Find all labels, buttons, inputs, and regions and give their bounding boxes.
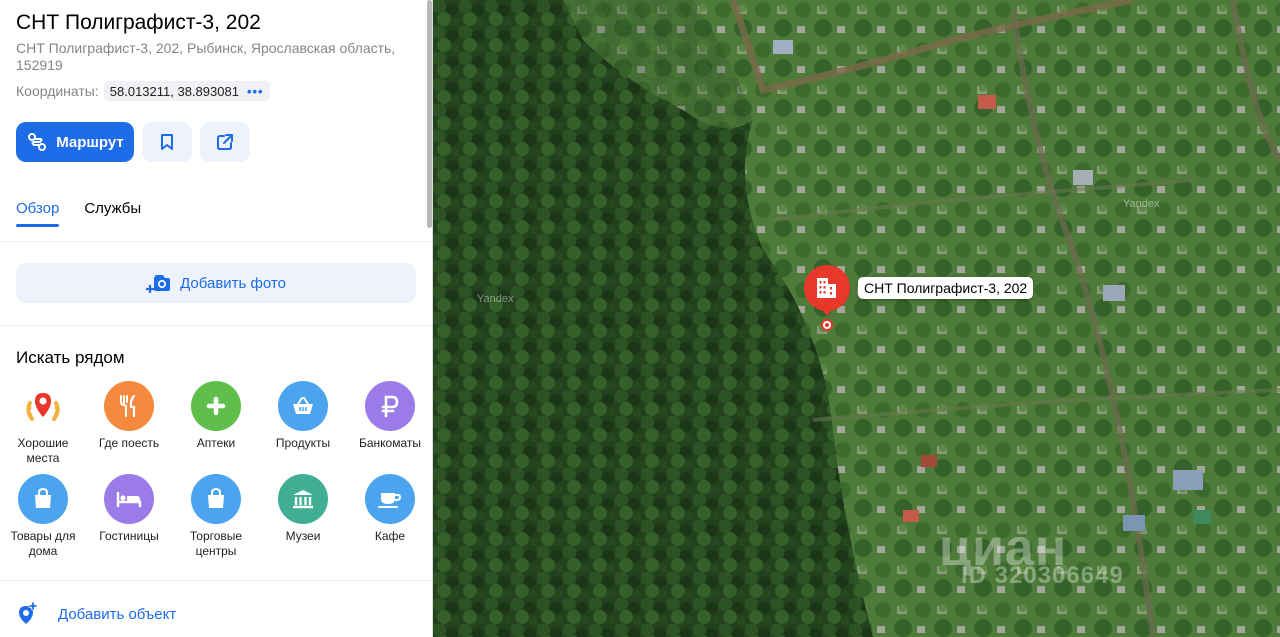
nearby-museums[interactable]: Музеи [260,474,346,544]
coordinates-label: Координаты: [16,83,99,99]
nearby-groceries-label: Продукты [275,436,331,450]
pharmacy-cross-icon [191,381,241,431]
share-icon [217,134,233,150]
route-button-label: Маршрут [56,133,124,151]
nearby-home-goods[interactable]: Товары для дома [0,474,86,559]
nearby-museums-label: Музеи [285,529,321,543]
divider [0,325,432,326]
shopping-bag-icon [191,474,241,524]
fork-knife-icon [104,381,154,431]
location-point [821,319,833,331]
shopping-bag-icon [18,474,68,524]
nearby-malls-label: Торговые центры [189,529,243,558]
add-object-label: Добавить объект [58,605,177,623]
bookmark-icon [161,134,173,150]
add-object-button[interactable]: Добавить объект [16,602,176,626]
nearby-food-label: Где поесть [98,436,160,450]
satellite-map[interactable]: Yandex Yandex СНТ Полиграфист-3, 202 циа… [433,0,1280,637]
map-watermark: Yandex [477,293,514,305]
place-title: СНТ Полиграфист-3, 202 [16,11,261,34]
camera-plus-icon [146,275,171,293]
coordinates-value-box[interactable]: 58.013211, 38.893081 ••• [103,81,270,101]
divider [0,580,432,581]
add-photo-label: Добавить фото [180,274,286,292]
map-watermark: Yandex [1123,198,1160,210]
share-button[interactable] [200,122,250,162]
nearby-good-places[interactable]: Хорошие места [0,381,86,466]
place-address: СНТ Полиграфист-3, 202, Рыбинск, Ярослав… [16,40,396,73]
nearby-malls[interactable]: Торговые центры [173,474,259,559]
cup-icon [365,474,415,524]
nearby-pharmacy[interactable]: Аптеки [173,381,259,451]
satellite-imagery [433,0,1280,637]
museum-icon [278,474,328,524]
route-icon [28,133,47,151]
nearby-good-places-label: Хорошие места [17,436,69,465]
tab-overview[interactable]: Обзор [16,200,60,227]
place-tabs: Обзор Службы [16,200,166,227]
place-card-panel: СНТ Полиграфист-3, 202 СНТ Полиграфист-3… [0,0,432,637]
divider [0,241,432,242]
nearby-food[interactable]: Где поесть [86,381,172,451]
nearby-home-goods-label: Товары для дома [10,529,76,558]
place-pin-icon[interactable] [803,264,851,316]
nearby-cafes-label: Кафе [374,529,406,543]
nearby-title: Искать рядом [16,348,125,367]
nearby-atm-label: Банкоматы [358,436,421,450]
ruble-icon [365,381,415,431]
pin-label[interactable]: СНТ Полиграфист-3, 202 [858,277,1034,299]
coordinates-more-icon[interactable]: ••• [247,84,264,99]
nearby-atm[interactable]: Банкоматы [347,381,432,451]
nearby-hotels-label: Гостиницы [99,529,159,543]
cian-watermark-id: ID 320306649 [961,562,1124,589]
add-photo-button[interactable]: Добавить фото [16,263,416,303]
good-places-icon [18,381,68,431]
tab-services[interactable]: Службы [84,200,141,227]
coordinates-row: Координаты: 58.013211, 38.893081 ••• [16,81,270,101]
nearby-pharmacy-label: Аптеки [196,436,236,450]
bookmark-button[interactable] [142,122,192,162]
nearby-cafes[interactable]: Кафе [347,474,432,544]
nearby-hotels[interactable]: Гостиницы [86,474,172,544]
coordinates-value: 58.013211, 38.893081 [109,83,239,99]
add-location-icon [19,602,37,624]
route-button[interactable]: Маршрут [16,122,134,162]
nearby-groceries[interactable]: Продукты [260,381,346,451]
basket-icon [278,381,328,431]
bed-icon [104,474,154,524]
